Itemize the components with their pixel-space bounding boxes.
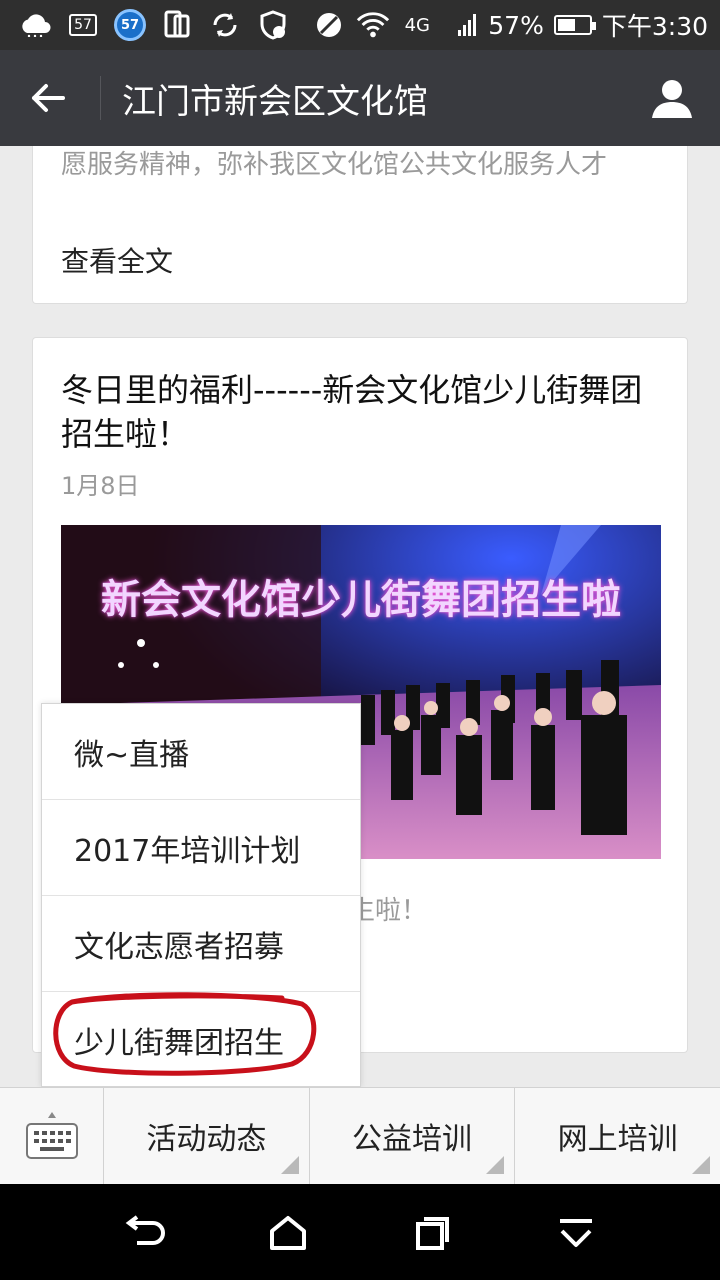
status-bar-right: 4G 57% 下午3:30 xyxy=(312,8,708,42)
title-bar: 江门市新会区文化馆 xyxy=(0,50,720,146)
chevron-down-icon xyxy=(560,1219,592,1247)
back-arrow-icon xyxy=(32,84,65,112)
return-arrow-icon xyxy=(125,1215,165,1245)
system-back-button[interactable] xyxy=(115,1208,175,1258)
signal-icon xyxy=(444,8,478,42)
submenu-corner-icon xyxy=(280,1156,299,1174)
battery-percent: 57% xyxy=(488,10,544,40)
recents-icon xyxy=(416,1217,449,1250)
phone-copy-icon xyxy=(160,8,194,42)
menu-tab-public-training[interactable]: 公益培训 xyxy=(310,1088,516,1184)
menu-tab-activities[interactable]: 活动动态 xyxy=(104,1088,310,1184)
app-badge-icon: 57 xyxy=(114,9,146,41)
mute-icon xyxy=(312,8,346,42)
cloud-icon xyxy=(18,8,52,42)
menu-tab-label: 活动动态 xyxy=(146,1122,267,1157)
system-home-button[interactable] xyxy=(258,1208,318,1258)
keyboard-icon xyxy=(25,1112,78,1159)
wifi-icon xyxy=(356,8,390,42)
status-bar-left: 57 57 xyxy=(18,8,290,42)
page-title: 江门市新会区文化馆 xyxy=(122,82,428,122)
notification-badge-icon: 57 xyxy=(66,8,100,42)
previous-article-excerpt: 愿服务精神，弥补我区文化馆公共文化服务人才 xyxy=(61,150,608,180)
submenu-item-training-plan[interactable]: 2017年培训计划 xyxy=(42,800,360,896)
previous-article-card: 愿服务精神，弥补我区文化馆公共文化服务人才 查看全文 xyxy=(32,146,688,304)
menu-tab-label: 网上培训 xyxy=(557,1122,678,1157)
shield-icon xyxy=(256,8,290,42)
system-navigation-bar xyxy=(0,1184,720,1280)
clock: 下午3:30 xyxy=(601,12,708,41)
profile-button[interactable] xyxy=(644,72,700,124)
home-icon xyxy=(270,1216,306,1250)
person-icon xyxy=(652,80,692,118)
notification-pulldown-button[interactable] xyxy=(546,1208,606,1258)
sync-icon xyxy=(208,8,242,42)
bottom-menu-bar: 活动动态 公益培训 网上培训 xyxy=(0,1087,720,1184)
menu-tab-label: 公益培训 xyxy=(352,1122,472,1157)
network-4g-icon: 4G xyxy=(400,8,434,42)
notification-badge: 57 xyxy=(69,14,97,36)
title-divider xyxy=(100,76,101,120)
keyboard-toggle-button[interactable] xyxy=(0,1088,104,1184)
article-date: 1月8日 xyxy=(61,472,140,500)
app-badge: 57 xyxy=(120,17,140,33)
cover-caption: 新会文化馆少儿街舞团招生啦 xyxy=(101,577,621,623)
submenu-corner-icon xyxy=(486,1156,505,1174)
highlight-annotation-circle xyxy=(53,992,317,1076)
network-type: 4G xyxy=(404,14,430,36)
back-button[interactable] xyxy=(18,70,78,126)
read-full-text-link[interactable]: 查看全文 xyxy=(61,240,173,280)
battery-icon xyxy=(553,15,596,35)
system-recents-button[interactable] xyxy=(402,1208,462,1258)
submenu-corner-icon xyxy=(692,1156,711,1174)
submenu-item-volunteer-recruit[interactable]: 文化志愿者招募 xyxy=(42,896,360,992)
article-title[interactable]: 冬日里的福利------新会文化馆少儿街舞团招生啦！ xyxy=(61,368,661,456)
menu-tab-online-training[interactable]: 网上培训 xyxy=(515,1088,720,1184)
submenu-item-live[interactable]: 微~直播 xyxy=(42,704,360,800)
status-bar: 57 57 4G 57% 下午3:30 xyxy=(0,0,720,50)
